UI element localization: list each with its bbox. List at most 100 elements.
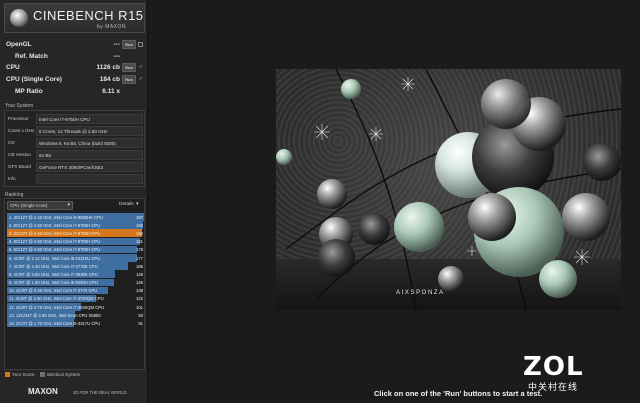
system-value: Intel Core i7-9750H CPU — [36, 114, 143, 124]
ranking-item-label: 1. 4C/12T @ 2.40 GHz, Intel Core i9-9880… — [9, 214, 104, 220]
ranking-item-score: 177 — [136, 255, 143, 261]
ranking-item-label: 7. 4C/8T @ 4.40 GHz, Intel Core i7-4770K… — [9, 263, 98, 269]
system-key: OS — [8, 140, 15, 145]
ranking-item[interactable]: 12. 4C/8T @ 2.79 GHz, Intel Core i7-3840… — [7, 303, 144, 311]
run-opengl-button[interactable]: Run — [122, 40, 136, 49]
silver-sphere — [562, 193, 610, 241]
checkbox-icon[interactable] — [138, 42, 143, 47]
check-icon: ✓ — [138, 76, 143, 82]
ranking-item-label: 14. 2C/4T @ 1.70 GHz, Intel Core i5-3317… — [9, 321, 101, 327]
app-subtitle: by MAXON — [97, 24, 127, 30]
result-value: --- — [113, 53, 121, 60]
system-row-info: Info — [6, 174, 144, 184]
system-value: 64 Bit — [36, 150, 143, 160]
ranking-item-score: 186 — [136, 222, 143, 228]
zol-watermark: ZOL — [523, 352, 584, 382]
result-label: OpenGL — [6, 41, 32, 48]
details-label: Details — [119, 202, 134, 207]
ranking-item[interactable]: 14. 2C/4T @ 1.70 GHz, Intel Core i5-3317… — [7, 319, 144, 328]
ranking-item[interactable]: 1. 4C/12T @ 2.40 GHz, Intel Core i9-9880… — [7, 213, 144, 221]
ranking-item[interactable]: 8. 4C/8T @ 3.50 GHz, Intel Core i7-3930K… — [7, 270, 144, 278]
ranking-item[interactable]: 7. 4C/8T @ 4.40 GHz, Intel Core i7-4770K… — [7, 262, 144, 270]
result-value: 6.11 x — [102, 88, 120, 95]
ranking-item[interactable]: 3. 6C/12T @ 2.60 GHz, Intel Core i7-9750… — [7, 229, 144, 237]
system-value: GeForce RTX 2060/PCIe/SSE2 — [36, 162, 143, 172]
result-value: --- — [113, 41, 121, 48]
ranking-item-score: 122 — [136, 296, 143, 302]
result-row-mp-ratio: MP Ratio 6.11 x — [6, 87, 144, 97]
render-scene — [276, 69, 621, 310]
system-key: CB Version — [8, 152, 31, 157]
info-field[interactable] — [36, 174, 143, 184]
system-info-box: Processor Intel Core i7-9750H CPU Cores … — [4, 110, 145, 187]
ranking-item[interactable]: 4. 6C/12T @ 2.60 GHz, Intel Core i7-9750… — [7, 237, 144, 246]
check-icon: ✓ — [138, 64, 143, 70]
result-value: 1126 cb — [96, 64, 121, 71]
ranking-type-value: CPU (Single Core) — [10, 203, 48, 208]
ranking-item-score: 178 — [136, 247, 143, 253]
run-cpu-single-button[interactable]: Run — [122, 75, 136, 84]
app-logo-box: CINEBENCH R15 by MAXON — [4, 3, 145, 33]
render-preview: AIXSPONZA — [276, 69, 621, 310]
ranking-item-score: 184 — [136, 230, 143, 236]
status-message: Click on one of the 'Run' buttons to sta… — [374, 389, 543, 398]
system-row-cores: Cores x GHz 6 Cores, 12 Threads @ 2.60 G… — [6, 126, 144, 136]
identical-system-swatch — [39, 372, 45, 377]
result-value: 184 cb — [99, 76, 120, 83]
system-key: Info — [8, 176, 16, 181]
ranking-item-score: 187 — [136, 214, 143, 220]
result-row-cpu: CPU 1126 cb Run ✓ — [6, 63, 144, 73]
ranking-item-score: 101 — [136, 304, 143, 310]
green-sphere — [539, 260, 577, 298]
ranking-item[interactable]: 11. 4C/8T @ 2.60 GHz, Intel Core i7-3720… — [7, 294, 144, 303]
ranking-item-label: 12. 4C/8T @ 2.79 GHz, Intel Core i7-3840… — [9, 304, 104, 310]
ranking-item-score: 165 — [136, 263, 143, 269]
ranking-legend: Your Score Identical System — [5, 372, 80, 377]
result-row-cpu-single: CPU (Single Core) 184 cb Run ✓ — [6, 75, 144, 85]
dark-sphere — [317, 239, 355, 277]
details-button[interactable]: Details ▾ — [119, 201, 139, 207]
ranking-item[interactable]: 10. 4C/8T @ 3.40 GHz, Intel Core i7-3770… — [7, 286, 144, 295]
sidebar-panel: CINEBENCH R15 by MAXON OpenGL --- Run Re… — [0, 0, 148, 403]
ranking-item-label: 11. 4C/8T @ 2.60 GHz, Intel Core i7-3720… — [9, 296, 104, 302]
your-system-header: Your System — [5, 103, 34, 109]
ranking-item-score: 148 — [136, 271, 143, 277]
zol-watermark-subtitle: 中关村在线 — [528, 382, 579, 392]
your-score-swatch — [5, 372, 10, 377]
ranking-item-label: 2. 6C/12T @ 2.60 GHz, Intel Core i7-9750… — [9, 222, 101, 228]
maxon-logo: MAXON — [28, 387, 58, 396]
system-row-gfx: GFX Board GeForce RTX 2060/PCIe/SSE2 — [6, 162, 144, 172]
cinebench-sphere-icon — [10, 9, 28, 27]
system-row-cb-version: CB Version 64 Bit — [6, 150, 144, 160]
ranking-type-select[interactable]: CPU (Single Core) ▾ — [7, 201, 73, 210]
ranking-panel: CPU (Single Core) ▾ Details ▾ 1. 4C/12T … — [4, 198, 145, 370]
green-sphere — [276, 149, 292, 165]
green-sphere — [341, 79, 361, 99]
run-cpu-button[interactable]: Run — [122, 63, 136, 72]
ranking-item-score: 138 — [136, 288, 143, 294]
system-key: GFX Board — [8, 164, 31, 169]
ranking-item-score: 91 — [138, 321, 143, 327]
system-value: 6 Cores, 12 Threads @ 2.60 GHz — [36, 126, 143, 136]
ranking-item[interactable]: 2. 6C/12T @ 2.60 GHz, Intel Core i7-9750… — [7, 221, 144, 229]
silver-sphere — [317, 179, 347, 209]
ranking-item[interactable]: 5. 6C/12T @ 2.60 GHz, Intel Core i7-9750… — [7, 245, 144, 254]
system-value: Windows 8, 64 Bit, China (build 9200) — [36, 138, 143, 148]
silver-sphere — [468, 193, 516, 241]
system-key: Cores x GHz — [8, 128, 35, 133]
ranking-item[interactable]: 6. 4C/8T @ 2.12 GHz, Intel Core i5-10210… — [7, 253, 144, 262]
result-label: CPU — [6, 64, 20, 71]
system-row-os: OS Windows 8, 64 Bit, China (build 9200) — [6, 138, 144, 148]
identical-system-label: Identical System — [46, 372, 81, 377]
ranking-list: 1. 4C/12T @ 2.40 GHz, Intel Core i9-9880… — [7, 213, 144, 328]
ranking-item-label: 9. 4C/8T @ 1.80 GHz, Intel Core i5-8250U… — [9, 280, 98, 286]
ranking-item-label: 5. 6C/12T @ 2.60 GHz, Intel Core i7-9750… — [9, 247, 101, 253]
ranking-item-score: 181 — [136, 239, 143, 245]
ranking-item-score: 146 — [136, 280, 143, 286]
ranking-item-label: 4. 6C/12T @ 2.60 GHz, Intel Core i7-9750… — [9, 239, 101, 245]
ranking-item[interactable]: 9. 4C/8T @ 1.80 GHz, Intel Core i5-8250U… — [7, 278, 144, 287]
result-label: MP Ratio — [15, 88, 43, 95]
ranking-item-label: 8. 4C/8T @ 3.50 GHz, Intel Core i7-3930K… — [9, 271, 98, 277]
chevron-down-icon: ▾ — [67, 202, 70, 208]
ranking-item[interactable]: 13. 12C/24T @ 2.66 GHz, Intel Xeon CPU X… — [7, 311, 144, 319]
